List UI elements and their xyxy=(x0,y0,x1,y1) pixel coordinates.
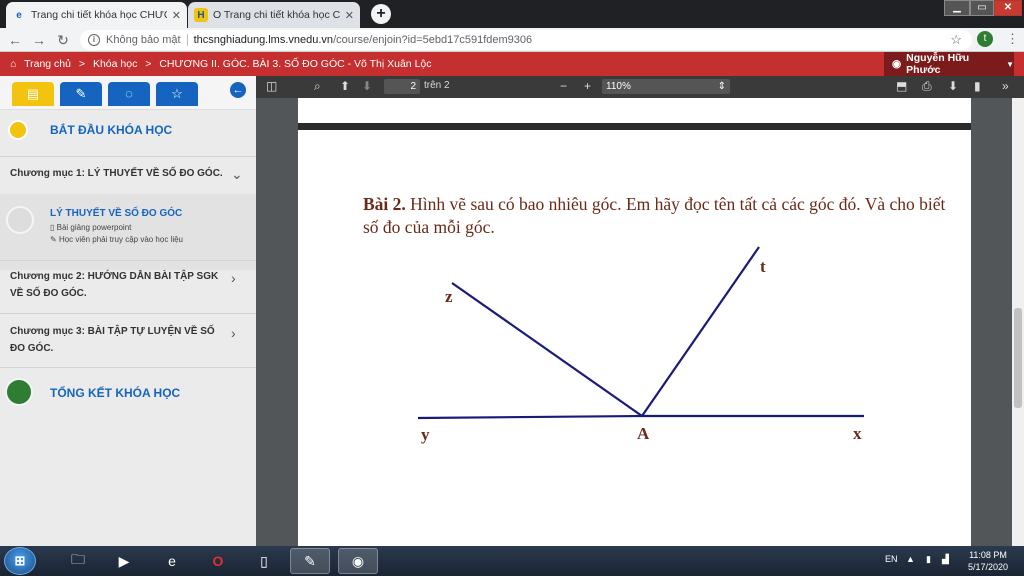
chrome-icon[interactable]: ◉ xyxy=(338,548,378,574)
opera-icon[interactable]: O xyxy=(198,548,238,574)
action-center-icon[interactable]: ▮ xyxy=(926,554,931,565)
tray-arrow-icon[interactable]: ▲ xyxy=(906,554,915,564)
system-clock[interactable]: 11:08 PM 5/17/2020 xyxy=(960,549,1016,573)
start-button[interactable]: ⊞ xyxy=(4,547,36,575)
ray-at xyxy=(641,246,760,417)
media-player-icon[interactable]: ▶ xyxy=(104,548,144,574)
internet-explorer-icon[interactable]: e xyxy=(152,548,192,574)
file-explorer-icon[interactable]: 🗀 xyxy=(58,548,98,574)
ray-az xyxy=(451,282,643,417)
label-A: A xyxy=(637,424,650,443)
label-t: t xyxy=(760,257,766,276)
angle-figure xyxy=(417,246,864,420)
clock-date: 5/17/2020 xyxy=(967,562,1009,572)
network-icon[interactable]: ▟ xyxy=(942,554,949,565)
language-indicator[interactable]: EN xyxy=(885,554,898,564)
paint-icon[interactable]: ✎ xyxy=(290,548,330,574)
blank-document-icon[interactable]: ▯ xyxy=(244,548,284,574)
label-z: z xyxy=(445,287,453,306)
windows-taskbar: ⊞ 🗀 ▶ e O ▯ ✎ ◉ EN ▲ ▮ ▟ 11:08 PM 5/17/2… xyxy=(0,546,1024,576)
label-x: x xyxy=(853,424,862,443)
clock-time: 11:08 PM xyxy=(969,550,1007,560)
ray-ay xyxy=(417,414,643,420)
label-y: y xyxy=(421,425,430,444)
